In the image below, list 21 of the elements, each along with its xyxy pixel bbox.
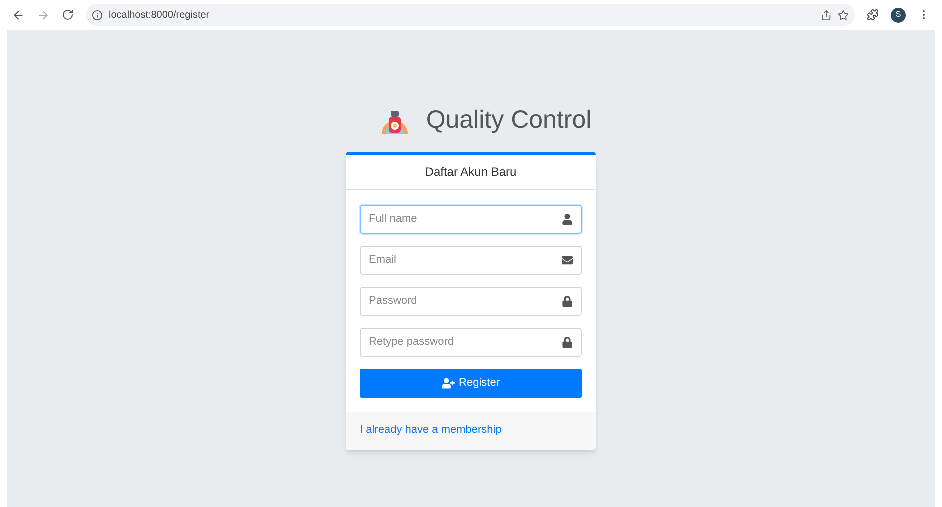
reload-icon[interactable] [62, 9, 74, 21]
bookmark-star-icon[interactable] [838, 10, 849, 20]
register-button[interactable]: Register [360, 368, 582, 398]
profile-avatar[interactable]: S [891, 8, 906, 22]
brand-title: Quality Control [426, 105, 592, 136]
share-icon[interactable] [821, 10, 832, 20]
info-icon [92, 10, 103, 20]
address-bar[interactable]: localhost:8000/register [86, 4, 855, 26]
add-user-icon [442, 376, 456, 390]
lock-icon [562, 296, 573, 306]
input-field[interactable]: Password [360, 286, 582, 316]
input-field[interactable]: Full name [360, 204, 582, 234]
back-icon[interactable] [12, 8, 25, 22]
input-field[interactable]: Retype password [360, 328, 582, 356]
extensions-icon[interactable] [867, 9, 879, 21]
url-text: localhost:8000/register [109, 8, 210, 22]
lock-icon [562, 336, 573, 348]
user-icon [562, 214, 573, 224]
input-field[interactable]: Email [360, 246, 582, 274]
card-header: Daftar Akun Baru [425, 164, 517, 180]
envelope-icon [562, 254, 573, 266]
